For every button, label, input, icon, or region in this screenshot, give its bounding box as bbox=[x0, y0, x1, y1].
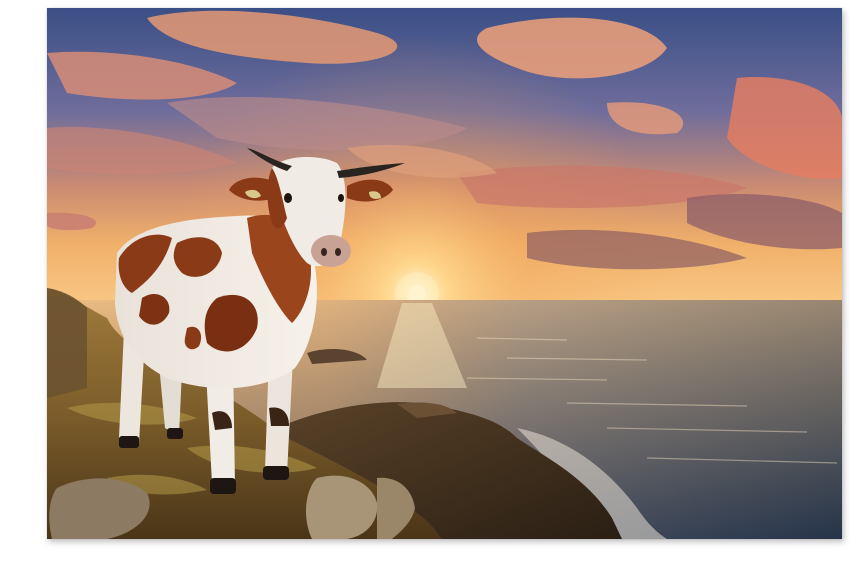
page bbox=[0, 0, 861, 585]
artwork-image bbox=[47, 8, 842, 539]
canvas-print bbox=[47, 8, 842, 539]
